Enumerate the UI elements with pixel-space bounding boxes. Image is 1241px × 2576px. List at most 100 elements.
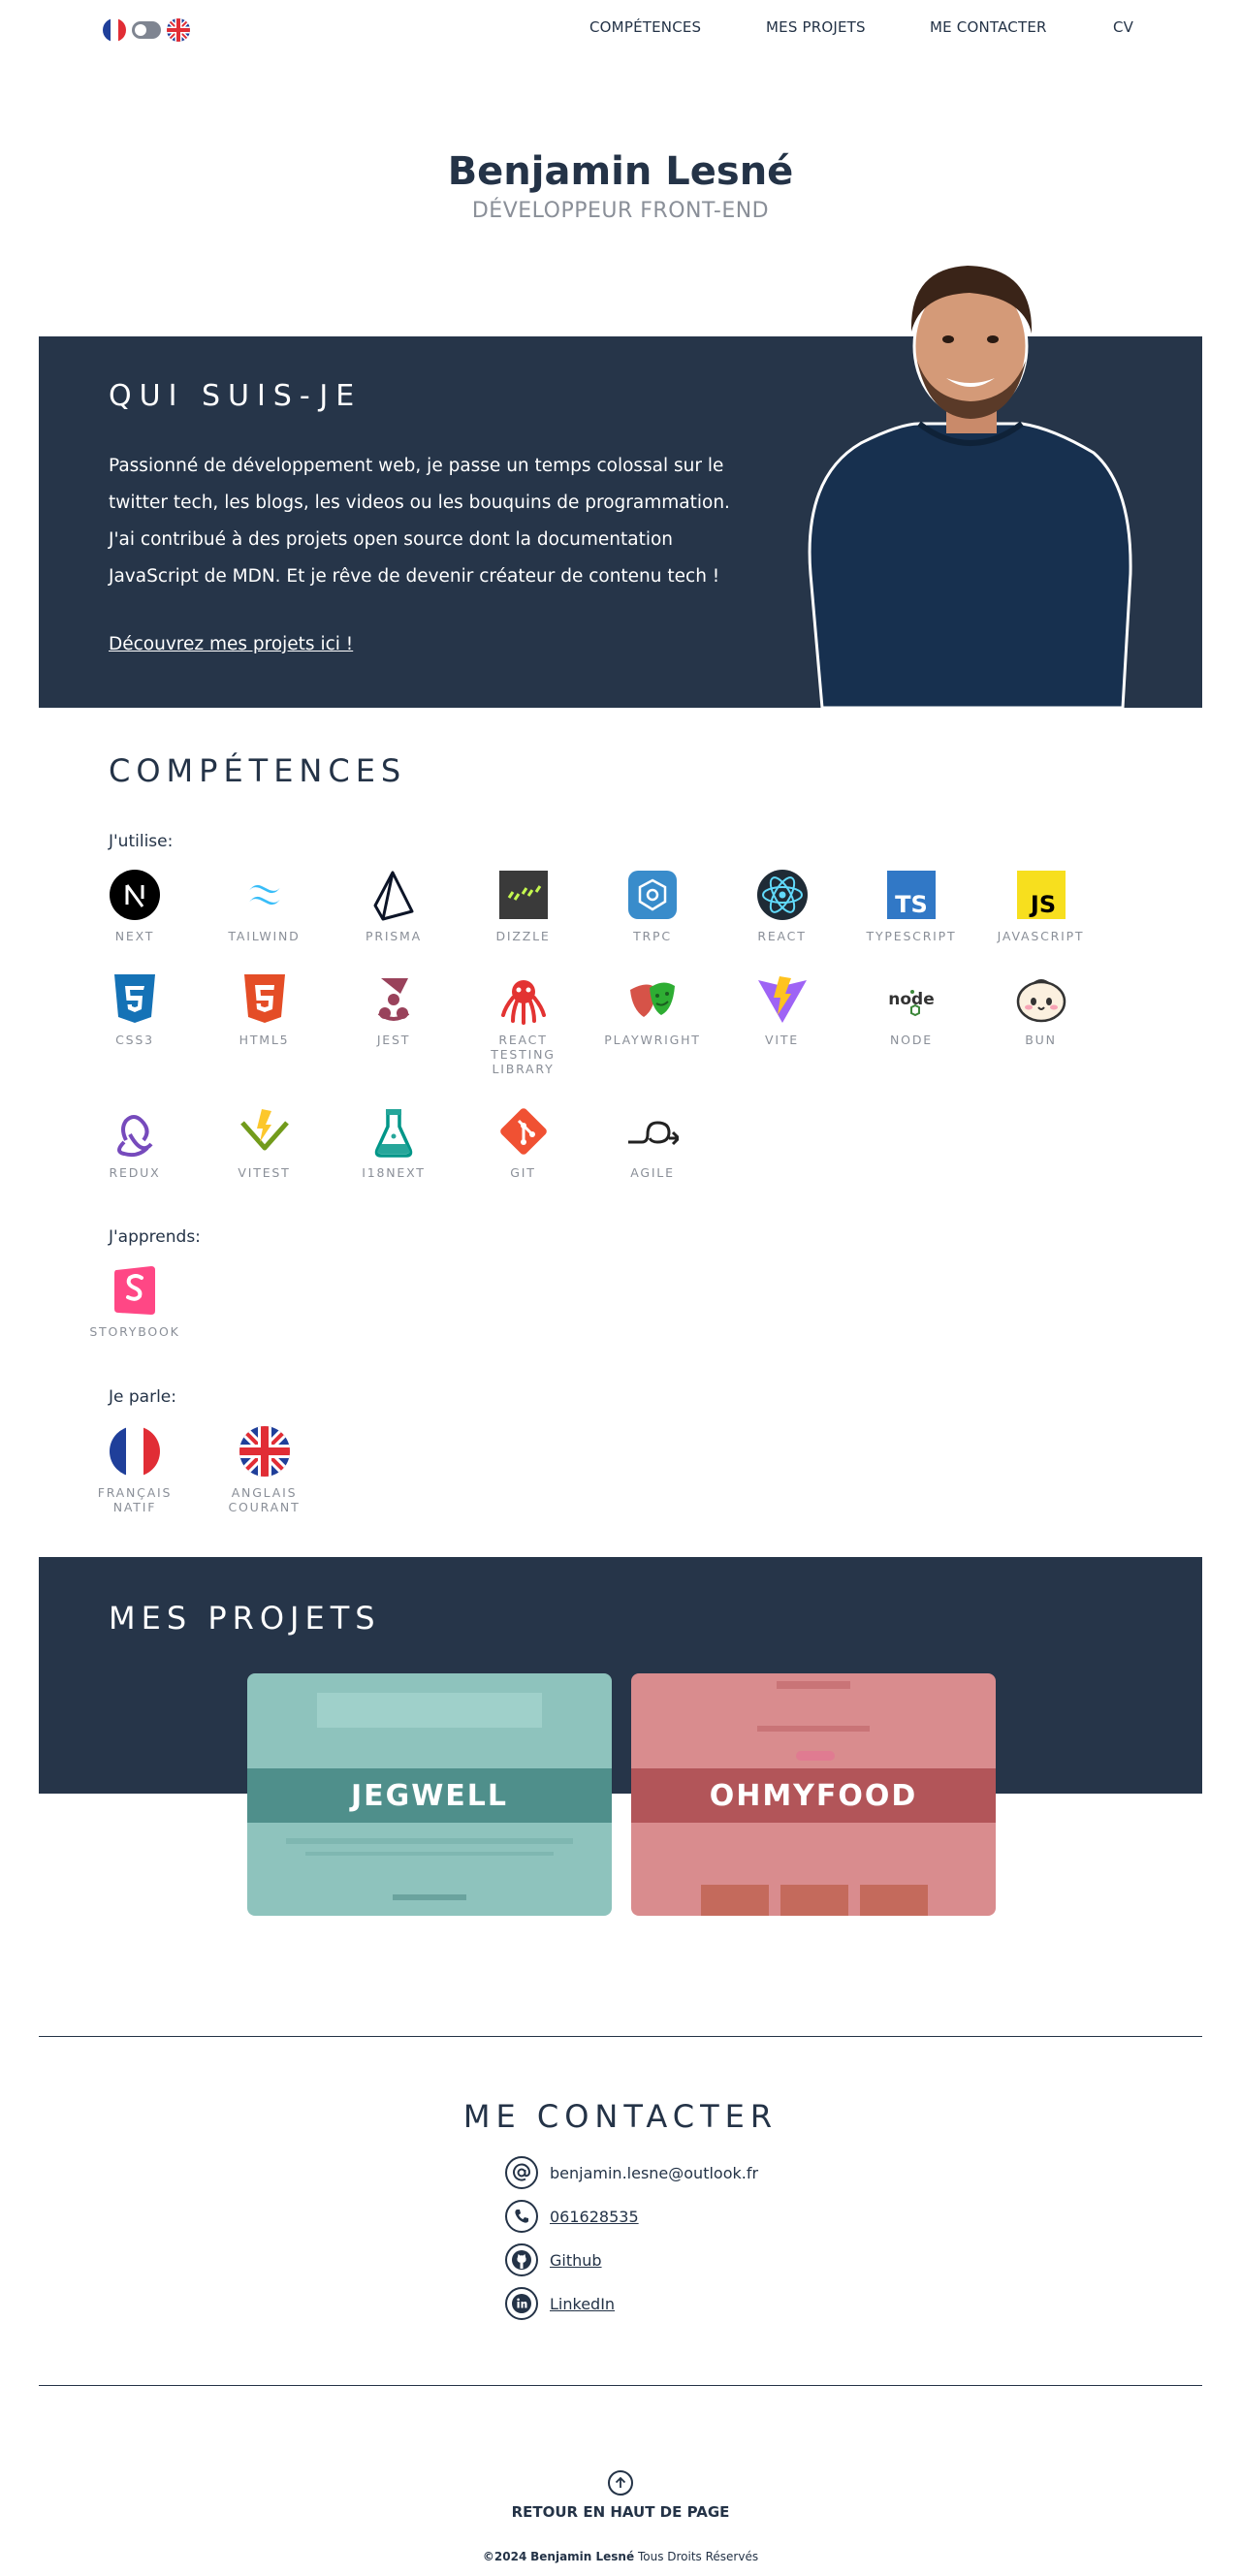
skill-javascript: JS JAVASCRIPT [993,869,1090,943]
redux-icon [117,1115,153,1158]
skill-playwright: PLAYWRIGHT [604,972,701,1047]
contact-github[interactable]: Github [505,2243,602,2276]
bun-icon [1016,979,1066,1023]
skill-label: AGILE [630,1165,675,1180]
skill-prisma: PRISMA [345,869,442,943]
tailwind-icon [247,884,281,906]
speaks-label: Je parle: [109,1387,176,1407]
vitest-icon [239,1109,289,1151]
nav-link-competences[interactable]: COMPÉTENCES [589,18,701,36]
project-title-band: OHMYFOOD [631,1768,996,1823]
skill-trpc: TRPC [604,869,701,943]
skill-label: STORYBOOK [89,1324,180,1339]
nav-link-projects[interactable]: MES PROJETS [766,18,866,36]
css3-icon [114,974,155,1023]
about-title: QUI SUIS-JE [109,379,363,413]
fr-flag-icon[interactable] [103,18,126,42]
skill-label: REDUX [109,1165,161,1180]
github-icon [505,2243,538,2276]
back-to-top-button[interactable]: RETOUR EN HAUT DE PAGE [0,2470,1241,2521]
trpc-icon [628,871,677,919]
learning-label: J'apprends: [109,1227,201,1247]
skill-html5: HTML5 [216,972,313,1047]
jest-icon [377,978,410,1021]
language-toggle[interactable] [132,21,161,39]
nav-link-cv[interactable]: CV [1113,18,1133,36]
phone-icon [505,2200,538,2233]
playwright-icon [630,982,675,1017]
section-divider [39,2385,1202,2386]
skill-label: PLAYWRIGHT [604,1033,701,1047]
contact-phone[interactable]: 061628535 [505,2200,639,2233]
testing-library-icon [500,980,546,1025]
projects-section [39,1557,1202,1794]
skill-bun: BUN [993,972,1090,1047]
drizzle-icon [498,871,548,919]
skill-label: CSS3 [115,1033,154,1047]
copyright-text: Tous Droits Réservés [637,2550,759,2563]
storybook-icon [114,1266,155,1315]
skill-storybook: STORYBOOK [86,1264,183,1339]
react-icon [756,870,808,920]
email-text[interactable]: benjamin.lesne@outlook.fr [550,2164,758,2182]
skill-label: JAVASCRIPT [997,929,1085,943]
copyright: ©2024 Benjamin Lesné Tous Droits Réservé… [0,2550,1241,2563]
skill-typescript: TS TYPESCRIPT [863,869,960,943]
language-switcher[interactable] [103,18,190,42]
svg-text:TS: TS [895,891,928,918]
javascript-icon: JS [1016,871,1066,919]
skill-jest: JEST [345,972,442,1047]
project-title-band: JEGWELL [247,1768,612,1823]
hero-name: Benjamin Lesné [447,149,794,194]
phone-link[interactable]: 061628535 [550,2208,639,2226]
skill-node: node NODE [863,972,960,1047]
skill-label: TRPC [633,929,672,943]
skill-react-testing-library: REACT TESTING LIBRARY [475,972,572,1076]
about-text: Passionné de développement web, je passe… [109,456,730,587]
skill-label: REACT [757,929,807,943]
skill-i18next: I18NEXT [345,1105,442,1180]
project-card-ohmyfood[interactable]: OHMYFOOD [631,1673,996,1916]
skill-label: JEST [376,1033,411,1047]
contact-email[interactable]: benjamin.lesne@outlook.fr [505,2156,758,2189]
arrow-up-icon [608,2470,633,2496]
contact-linkedin[interactable]: LinkedIn [505,2287,615,2320]
project-title: OHMYFOOD [709,1778,918,1813]
skill-label: FRANÇAIS NATIF [97,1485,173,1514]
at-sign-icon [505,2156,538,2189]
skill-label: DIZZLE [495,929,551,943]
skill-label: NODE [890,1033,933,1047]
typescript-icon: TS [887,871,936,919]
skill-label: PRISMA [366,929,422,943]
linkedin-link[interactable]: LinkedIn [550,2295,615,2313]
back-to-top-label[interactable]: RETOUR EN HAUT DE PAGE [0,2503,1241,2521]
skill-label: TAILWIND [228,929,301,943]
node-icon: node [888,990,935,1017]
skill-label: VITE [765,1033,799,1047]
skill-label: BUN [1025,1033,1057,1047]
uk-flag-icon [239,1426,290,1477]
skill-label: GIT [510,1165,536,1180]
skill-vitest: VITEST [216,1105,313,1180]
skill-git: GIT [475,1105,572,1180]
next-icon [110,870,160,920]
skill-next: NEXT [86,869,183,943]
skills-title: COMPÉTENCES [109,752,407,789]
html5-icon [243,974,285,1023]
skill-label: REACT TESTING LIBRARY [491,1033,556,1076]
copyright-year: ©2024 [482,2550,527,2563]
projects-link[interactable]: Découvrez mes projets ici ! [109,634,353,654]
skill-agile: AGILE [604,1105,701,1180]
project-title: JEGWELL [350,1778,509,1813]
uk-flag-icon[interactable] [167,18,190,42]
skill-label: ANGLAIS COURANT [228,1485,301,1514]
skill-react: REACT [734,869,831,943]
skill-label: VITEST [238,1165,291,1180]
skill-label: NEXT [114,929,155,943]
github-link[interactable]: Github [550,2251,602,2270]
linkedin-icon [505,2287,538,2320]
skill-dizzle: DIZZLE [475,869,572,943]
nav-link-contact[interactable]: ME CONTACTER [930,18,1047,36]
top-navigation: COMPÉTENCES MES PROJETS ME CONTACTER CV [0,0,1241,60]
project-card-jegwell[interactable]: JEGWELL [247,1673,612,1916]
